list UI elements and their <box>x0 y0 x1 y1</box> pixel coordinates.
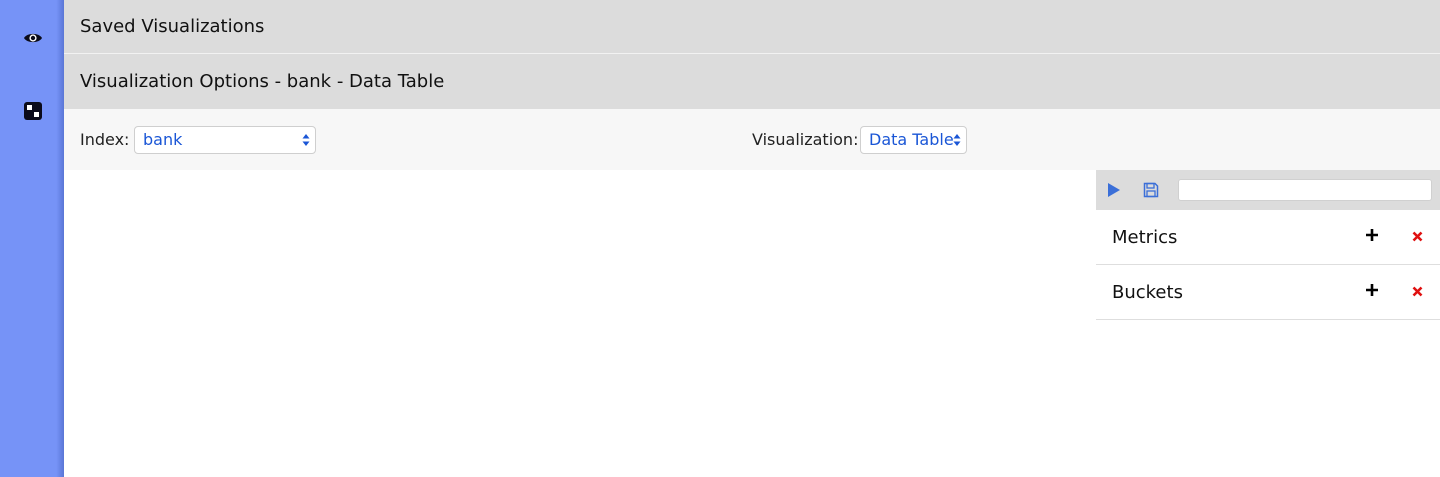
visualization-label: Visualization: <box>752 130 859 149</box>
saved-visualizations-title: Saved Visualizations <box>80 16 265 37</box>
close-icon[interactable] <box>1412 286 1423 297</box>
floppy-disk-icon[interactable] <box>1143 182 1159 198</box>
panel-search-input[interactable] <box>1178 179 1432 201</box>
saved-visualizations-header[interactable]: Saved Visualizations <box>64 0 1440 53</box>
plus-icon[interactable] <box>1365 283 1379 297</box>
dashboard-icon[interactable] <box>22 100 44 122</box>
index-select[interactable]: bank <box>134 126 316 154</box>
play-icon[interactable] <box>1107 182 1121 198</box>
visualization-select-value: Data Table <box>869 130 954 149</box>
select-arrows-icon <box>953 134 961 146</box>
metrics-title: Metrics <box>1112 227 1178 248</box>
options-row: Index: bank Visualization: Data Table <box>64 109 1440 170</box>
eye-icon[interactable] <box>22 27 44 49</box>
buckets-section: Buckets <box>1096 265 1440 320</box>
visualization-select[interactable]: Data Table <box>860 126 967 154</box>
buckets-title: Buckets <box>1112 282 1183 303</box>
metrics-section: Metrics <box>1096 210 1440 265</box>
panel-toolbar <box>1096 170 1440 210</box>
main-content: Saved Visualizations Visualization Optio… <box>64 0 1440 477</box>
visualization-options-title: Visualization Options - bank - Data Tabl… <box>80 71 445 92</box>
close-icon[interactable] <box>1412 231 1423 242</box>
visualization-options-header: Visualization Options - bank - Data Tabl… <box>64 54 1440 109</box>
editor-panel: Metrics Buckets <box>1096 170 1440 477</box>
index-label: Index: <box>80 130 130 149</box>
select-arrows-icon <box>302 134 310 146</box>
index-select-value: bank <box>143 130 183 149</box>
sidebar <box>0 0 64 477</box>
plus-icon[interactable] <box>1365 228 1379 242</box>
